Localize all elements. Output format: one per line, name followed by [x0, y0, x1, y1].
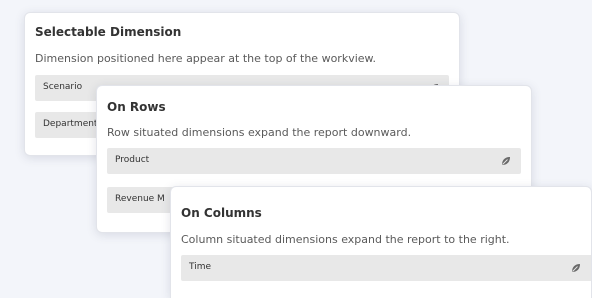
on-rows-title: On Rows: [107, 100, 166, 114]
on-columns-description: Column situated dimensions expand the re…: [181, 233, 510, 246]
dimension-label: Department: [43, 119, 98, 129]
dimension-label: Revenue M: [115, 194, 165, 204]
dimension-row-product[interactable]: Product: [107, 148, 521, 174]
leaf-icon[interactable]: [571, 263, 581, 273]
dimension-label: Scenario: [43, 82, 83, 92]
dimension-row-time[interactable]: Time: [181, 255, 591, 281]
selectable-dimension-title: Selectable Dimension: [35, 25, 182, 39]
dimension-label: Time: [189, 262, 212, 272]
on-rows-description: Row situated dimensions expand the repor…: [107, 126, 412, 139]
selectable-dimension-description: Dimension positioned here appear at the …: [35, 52, 377, 65]
leaf-icon[interactable]: [501, 156, 511, 166]
dimension-label: Product: [115, 155, 150, 165]
on-columns-card: On Columns Column situated dimensions ex…: [170, 186, 592, 298]
on-columns-title: On Columns: [181, 206, 262, 220]
